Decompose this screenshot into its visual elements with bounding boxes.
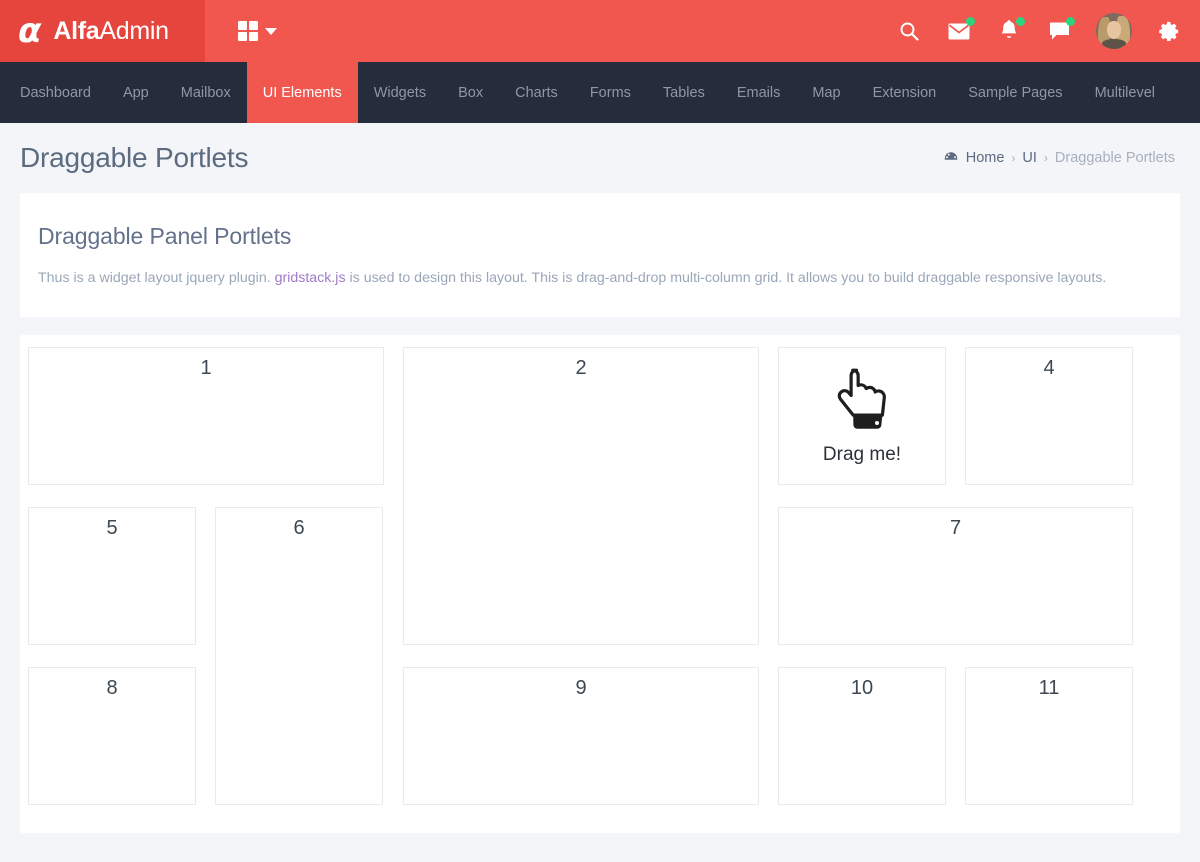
brand-name: AlfaAdmin <box>53 17 168 46</box>
portlet-number: 4 <box>1043 356 1054 380</box>
nav-item-dashboard[interactable]: Dashboard <box>0 62 107 123</box>
gridstack-container: 1 2 Drag me! 4 5 6 7 8 9 10 11 <box>28 347 1172 815</box>
nav-item-widgets[interactable]: Widgets <box>358 62 442 123</box>
bell-badge <box>1016 17 1025 26</box>
intro-card: Draggable Panel Portlets Thus is a widge… <box>20 193 1180 317</box>
portlet-number: 6 <box>293 516 304 540</box>
portlet-number: 5 <box>106 516 117 540</box>
nav-item-tables[interactable]: Tables <box>647 62 721 123</box>
nav-item-emails[interactable]: Emails <box>721 62 797 123</box>
page-title: Draggable Portlets <box>20 142 248 174</box>
portlet-1[interactable]: 1 <box>28 347 384 485</box>
desc-text-before: Thus is a widget layout jquery plugin. <box>38 270 275 286</box>
nav-item-map[interactable]: Map <box>796 62 856 123</box>
pointing-hand-icon <box>830 367 894 438</box>
desc-text-after: is used to design this layout. This is d… <box>346 270 1107 286</box>
brand-name-light: Admin <box>99 17 168 45</box>
gridstack-link[interactable]: gridstack.js <box>275 270 346 286</box>
brand-name-bold: Alfa <box>53 17 99 45</box>
nav-item-forms[interactable]: Forms <box>574 62 647 123</box>
chat-badge <box>1066 17 1075 26</box>
nav-item-sample-pages[interactable]: Sample Pages <box>952 62 1078 123</box>
intro-card-heading: Draggable Panel Portlets <box>38 223 1162 250</box>
portlet-number: 9 <box>575 676 586 700</box>
intro-card-description: Thus is a widget layout jquery plugin. g… <box>38 268 1162 289</box>
nav-item-box[interactable]: Box <box>442 62 499 123</box>
portlet-6[interactable]: 6 <box>215 507 383 805</box>
portlet-9[interactable]: 9 <box>403 667 759 805</box>
drag-me-label: Drag me! <box>823 444 901 466</box>
top-header: α AlfaAdmin <box>0 0 1200 62</box>
user-avatar[interactable] <box>1096 13 1132 49</box>
portlet-10[interactable]: 10 <box>778 667 946 805</box>
dashboard-speedometer-icon <box>943 150 959 166</box>
portlet-number: 10 <box>851 676 873 700</box>
chevron-down-icon <box>265 28 277 35</box>
portlet-number: 11 <box>1039 676 1060 700</box>
portlet-4[interactable]: 4 <box>965 347 1133 485</box>
envelope-icon[interactable] <box>946 18 972 44</box>
grid-apps-icon <box>238 21 258 41</box>
nav-item-ui-elements[interactable]: UI Elements <box>247 62 358 123</box>
main-navigation: DashboardAppMailboxUI ElementsWidgetsBox… <box>0 62 1200 123</box>
chat-bubble-icon[interactable] <box>1046 18 1072 44</box>
breadcrumb: Home › UI › Draggable Portlets <box>943 150 1175 166</box>
grid-apps-toggle[interactable] <box>238 21 277 41</box>
portlet-5[interactable]: 5 <box>28 507 196 645</box>
portlet-8[interactable]: 8 <box>28 667 196 805</box>
portlet-number: 1 <box>200 356 211 380</box>
portlet-number: 8 <box>106 676 117 700</box>
nav-item-mailbox[interactable]: Mailbox <box>165 62 247 123</box>
nav-item-multilevel[interactable]: Multilevel <box>1079 62 1171 123</box>
nav-item-charts[interactable]: Charts <box>499 62 574 123</box>
breadcrumb-separator: › <box>1011 151 1015 165</box>
nav-item-extension[interactable]: Extension <box>857 62 953 123</box>
header-actions <box>896 13 1200 49</box>
breadcrumb-home[interactable]: Home <box>966 150 1005 166</box>
breadcrumb-ui[interactable]: UI <box>1022 150 1037 166</box>
portlet-grid-card: 1 2 Drag me! 4 5 6 7 8 9 10 11 <box>20 335 1180 833</box>
bell-icon[interactable] <box>996 18 1022 44</box>
page-header-row: Draggable Portlets Home › UI › Draggable… <box>0 123 1200 193</box>
portlet-number: 7 <box>950 516 961 540</box>
brand-logo-area[interactable]: α AlfaAdmin <box>0 0 205 62</box>
portlet-number: 2 <box>575 356 586 380</box>
portlet-2[interactable]: 2 <box>403 347 759 645</box>
portlet-11[interactable]: 11 <box>965 667 1133 805</box>
breadcrumb-separator: › <box>1044 151 1048 165</box>
portlet-drag-me[interactable]: Drag me! <box>778 347 946 485</box>
nav-item-app[interactable]: App <box>107 62 165 123</box>
breadcrumb-current: Draggable Portlets <box>1055 150 1175 166</box>
envelope-badge <box>966 17 975 26</box>
alpha-icon: α <box>18 14 41 48</box>
gear-icon[interactable] <box>1156 18 1182 44</box>
search-icon[interactable] <box>896 18 922 44</box>
portlet-7[interactable]: 7 <box>778 507 1133 645</box>
